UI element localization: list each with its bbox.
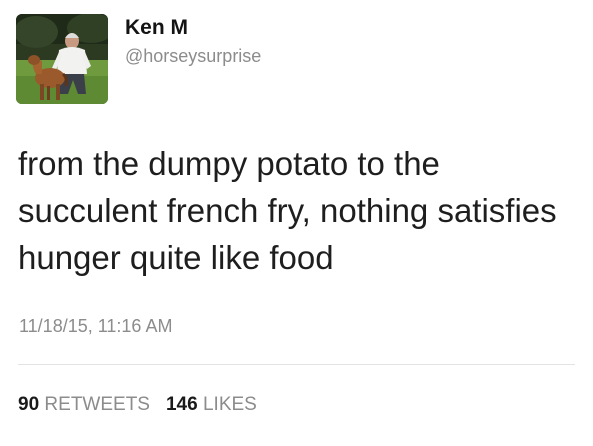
retweets-label: RETWEETS — [44, 394, 150, 415]
tweet-text: from the dumpy potato to the succulent f… — [18, 145, 557, 276]
author-handle[interactable]: @horseysurprise — [125, 45, 261, 67]
tweet-stats: 90 RETWEETS 146 LIKES — [18, 394, 257, 416]
likes-label: LIKES — [202, 394, 257, 415]
author-display-name[interactable]: Ken M — [125, 16, 261, 40]
likes-stat[interactable]: 146 LIKES — [166, 394, 257, 415]
author-info: Ken M @horseysurprise — [125, 16, 261, 67]
likes-count: 146 — [165, 394, 198, 415]
tweet-card: Ken M @horseysurprise from the dumpy pot… — [0, 0, 593, 446]
divider — [18, 364, 575, 365]
avatar[interactable] — [16, 14, 108, 104]
tweet-timestamp[interactable]: 11/18/15, 11:16 AM — [19, 316, 172, 337]
retweets-stat[interactable]: 90 RETWEETS — [18, 394, 150, 415]
retweets-count: 90 — [18, 394, 40, 415]
avatar-photo-icon — [16, 14, 108, 104]
